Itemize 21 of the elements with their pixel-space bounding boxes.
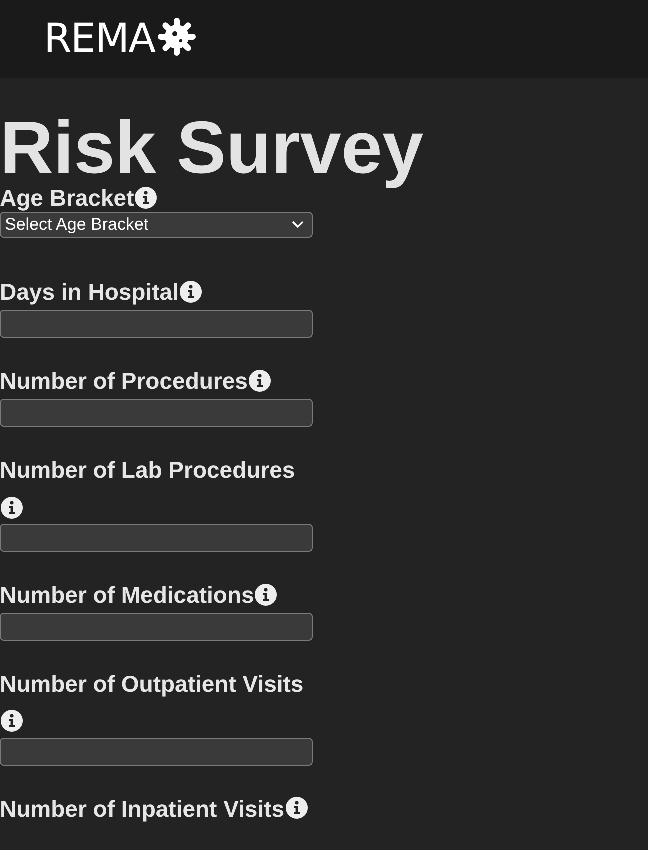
input-field[interactable]	[0, 738, 313, 766]
info-icon[interactable]	[180, 280, 202, 303]
input-field[interactable]	[0, 612, 313, 641]
field-label: Number of Lab Procedures	[0, 456, 296, 483]
logo-text[interactable]: REMA	[44, 16, 155, 62]
field-label: Number of Medications	[0, 582, 254, 608]
info-icon[interactable]	[1, 496, 23, 519]
info-icon[interactable]	[1, 710, 23, 732]
info-icon[interactable]	[135, 186, 158, 209]
input-field[interactable]	[0, 524, 313, 552]
input-field[interactable]	[0, 398, 313, 427]
info-icon[interactable]	[286, 797, 308, 820]
field-label: Number of Inpatient Visits	[0, 795, 285, 822]
chevron-icon	[292, 220, 304, 229]
field-label: Number of Procedures	[0, 368, 248, 394]
info-icon[interactable]	[255, 584, 278, 606]
input-field[interactable]	[0, 310, 313, 338]
age-select[interactable]: Select Age Bracket	[0, 212, 313, 238]
info-icon[interactable]	[248, 370, 271, 392]
field-label: Number of Outpatient Visits	[0, 670, 304, 697]
field-label: Days in Hospital	[0, 278, 179, 305]
